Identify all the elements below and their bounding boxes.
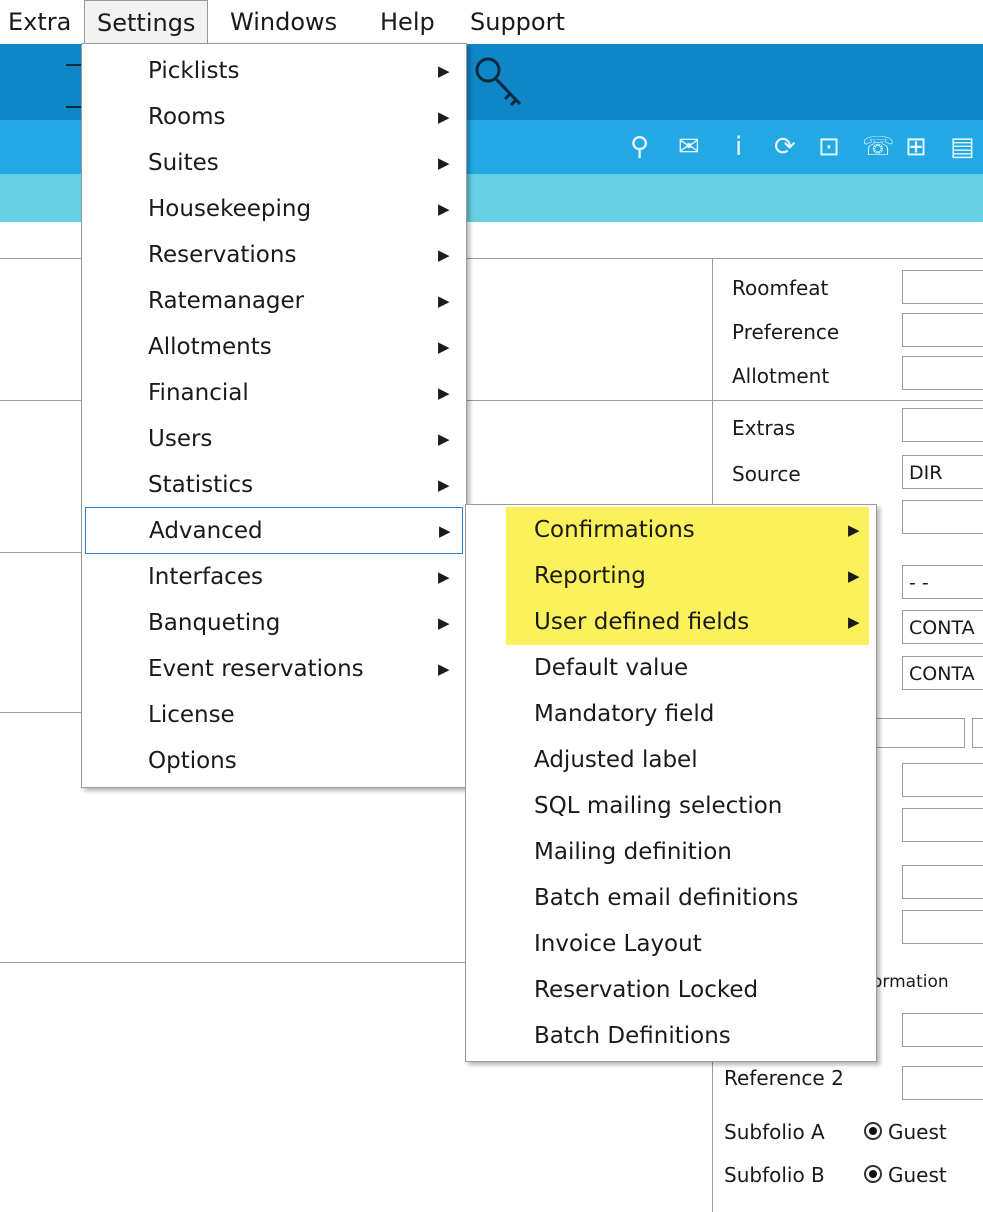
menu-item-ratemanager[interactable]: Ratemanager ▶ (82, 278, 466, 324)
extras-label: Extras (732, 416, 796, 440)
preference-label: Preference (732, 320, 840, 344)
lock-icon[interactable]: ⊡ (818, 132, 840, 162)
reference-1-field[interactable] (902, 1013, 983, 1047)
reference-2-field[interactable] (902, 1066, 983, 1100)
menu-item-allotments[interactable]: Allotments ▶ (82, 324, 466, 370)
roomfeat-field[interactable] (902, 270, 983, 304)
menu-windows[interactable]: Windows (218, 0, 349, 44)
menu-item-financial[interactable]: Financial ▶ (82, 370, 466, 416)
reference-2-label: Reference 2 (724, 1066, 844, 1090)
menu-item-picklists[interactable]: Picklists ▶ (82, 48, 466, 94)
extras-field[interactable] (902, 408, 983, 442)
text-field[interactable] (902, 763, 983, 797)
text-field[interactable] (902, 910, 983, 944)
allotment-label: Allotment (732, 364, 830, 388)
menu-item-advanced[interactable]: Advanced ▶ (85, 507, 463, 554)
key-icon[interactable] (470, 54, 530, 114)
submenu-item-sql-mailing-selection[interactable]: SQL mailing selection (466, 783, 876, 829)
menu-item-event-reservations[interactable]: Event reservations ▶ (82, 646, 466, 692)
document-icon[interactable]: ▤ (950, 132, 975, 162)
menu-item-license[interactable]: License (82, 692, 466, 738)
submenu-item-mandatory-field[interactable]: Mandatory field (466, 691, 876, 737)
date-field[interactable]: - - (902, 565, 983, 599)
source-label: Source (732, 462, 801, 486)
menu-item-statistics[interactable]: Statistics ▶ (82, 462, 466, 508)
text-field[interactable] (902, 500, 983, 534)
text-field[interactable] (902, 865, 983, 899)
submenu-item-reservation-locked[interactable]: Reservation Locked (466, 967, 876, 1013)
menu-support[interactable]: Support (458, 0, 577, 44)
contact-field-2[interactable]: CONTA (902, 656, 983, 690)
menu-extra[interactable]: Extra (0, 0, 83, 44)
submenu-item-invoice-layout[interactable]: Invoice Layout (466, 921, 876, 967)
submenu-item-adjusted-label[interactable]: Adjusted label (466, 737, 876, 783)
info-icon[interactable]: i (735, 132, 742, 162)
subfolio-b-option: Guest (888, 1163, 947, 1187)
allotment-field[interactable] (902, 356, 983, 390)
phone-icon[interactable]: ☏ (862, 132, 895, 162)
submenu-item-default-value[interactable]: Default value (466, 645, 876, 691)
menu-item-interfaces[interactable]: Interfaces ▶ (82, 554, 466, 600)
book-icon[interactable]: ⊞ (905, 132, 927, 162)
divider (712, 400, 983, 401)
submenu-item-confirmations[interactable]: Confirmations ▶ (466, 507, 876, 553)
text-field[interactable] (972, 718, 983, 748)
settings-menu: Picklists ▶ Rooms ▶ Suites ▶ Housekeeping ▶ … (81, 43, 467, 788)
submenu-item-user-defined-fields[interactable]: User defined fields ▶ (466, 599, 876, 645)
mail-icon[interactable]: ✉ (678, 132, 700, 162)
subfolio-a-option: Guest (888, 1120, 947, 1144)
submenu-item-reporting[interactable]: Reporting ▶ (466, 553, 876, 599)
menu-item-housekeeping[interactable]: Housekeeping ▶ (82, 186, 466, 232)
submenu-item-mailing-definition[interactable]: Mailing definition (466, 829, 876, 875)
subfolio-a-guest-radio[interactable] (864, 1122, 882, 1140)
information-label: ormation (872, 972, 949, 992)
source-field[interactable]: DIR (902, 455, 983, 489)
preference-field[interactable] (902, 313, 983, 347)
menu-settings[interactable]: Settings (84, 0, 209, 44)
menu-item-options[interactable]: Options (82, 738, 466, 784)
subfolio-a-label: Subfolio A (724, 1120, 825, 1144)
menu-item-banqueting[interactable]: Banqueting ▶ (82, 600, 466, 646)
text-field[interactable] (902, 808, 983, 842)
advanced-submenu: Confirmations ▶ Reporting ▶ User defined f… (465, 504, 877, 1062)
submenu-item-batch-email-definitions[interactable]: Batch email definitions (466, 875, 876, 921)
subfolio-b-guest-radio[interactable] (864, 1165, 882, 1183)
menu-item-suites[interactable]: Suites ▶ (82, 140, 466, 186)
menu-item-reservations[interactable]: Reservations ▶ (82, 232, 466, 278)
roomfeat-label: Roomfeat (732, 276, 829, 300)
text-field[interactable] (865, 718, 965, 748)
refresh-icon[interactable]: ⟳ (774, 132, 796, 162)
menu-item-users[interactable]: Users ▶ (82, 416, 466, 462)
menu-help[interactable]: Help (368, 0, 447, 44)
subfolio-b-label: Subfolio B (724, 1163, 825, 1187)
submenu-item-batch-definitions[interactable]: Batch Definitions (466, 1013, 876, 1059)
contact-field-1[interactable]: CONTA (902, 610, 983, 644)
menu-item-rooms[interactable]: Rooms ▶ (82, 94, 466, 140)
wrench-icon[interactable]: ⚲ (630, 132, 649, 162)
